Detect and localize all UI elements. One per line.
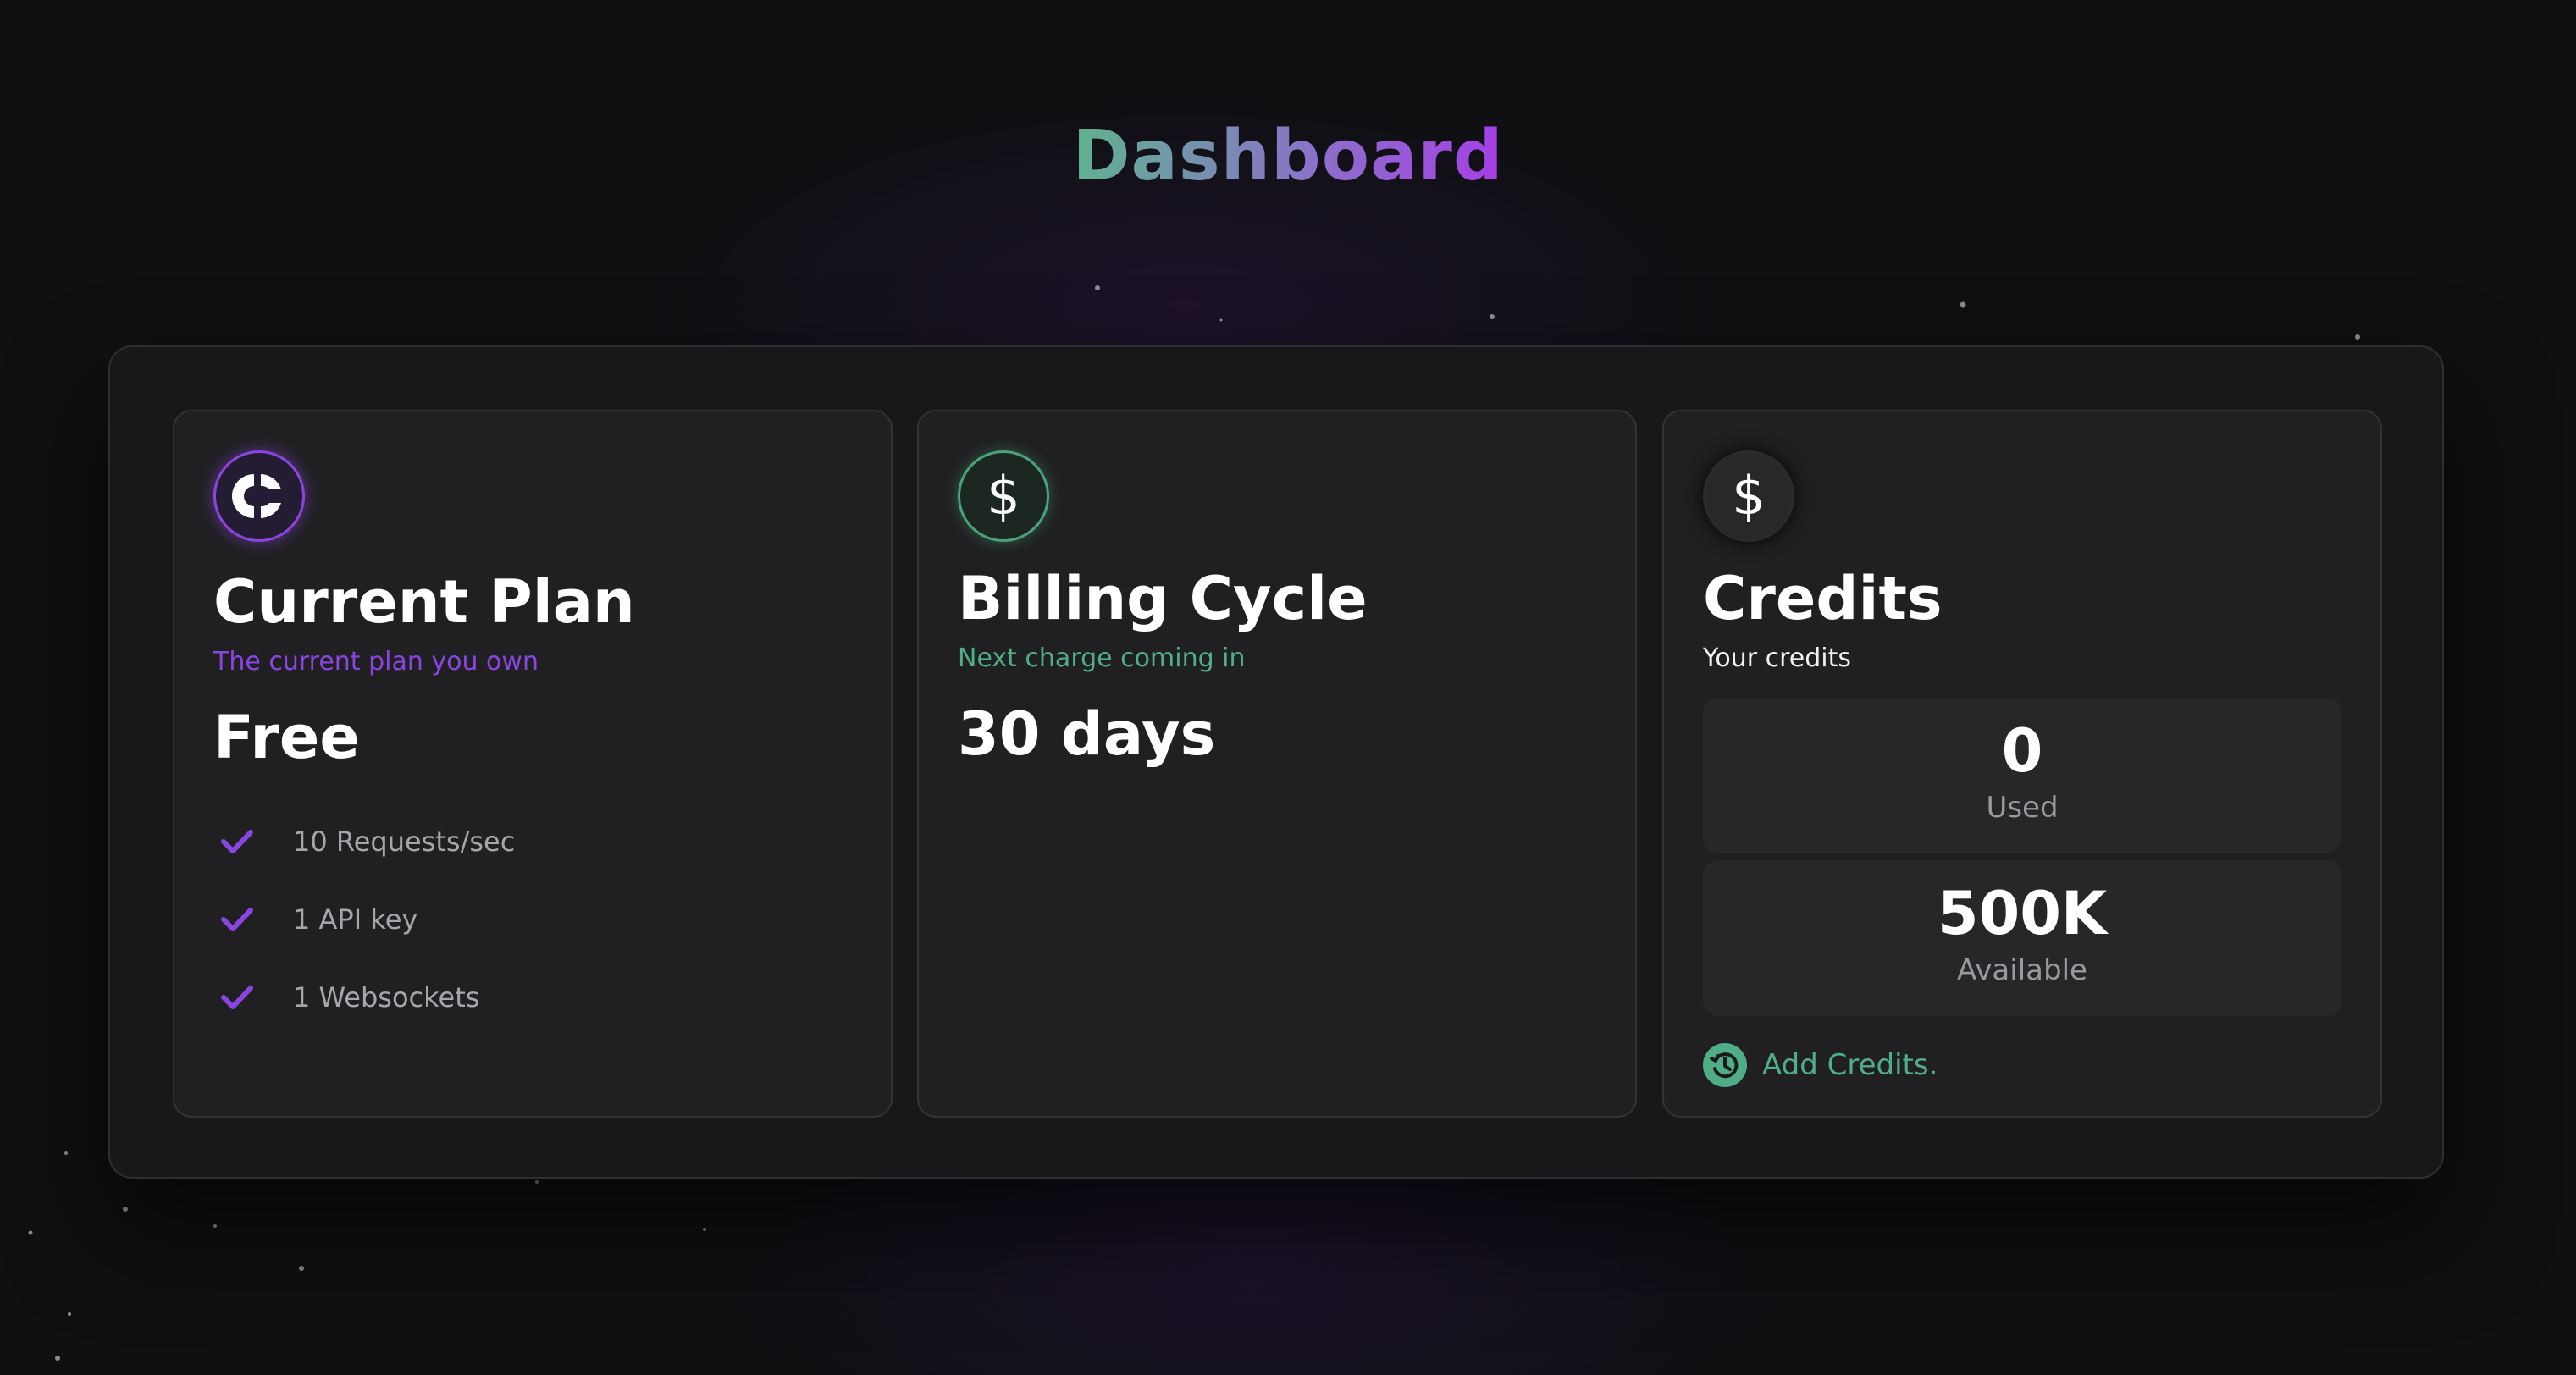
check-icon <box>217 899 257 940</box>
check-icon <box>217 821 257 862</box>
current-plan-subtitle: The current plan you own <box>213 647 539 676</box>
credits-card: $ Credits Your credits 0 Used 500K Avail… <box>1662 410 2382 1118</box>
plan-features-list: 10 Requests/sec 1 API key 1 Websockets <box>213 803 515 1036</box>
plan-feature-item: 1 Websockets <box>213 958 515 1036</box>
add-credits-label[interactable]: Add Credits. <box>1762 1048 1938 1082</box>
plan-name: Free <box>213 703 360 772</box>
credits-available-value: 500K <box>1937 879 2108 948</box>
dollar-icon: $ <box>958 450 1049 542</box>
credits-used-label: Used <box>1986 791 2059 825</box>
credits-title: Credits <box>1703 564 1943 633</box>
credits-subtitle: Your credits <box>1703 643 1851 673</box>
page-title: Dashboard <box>1072 116 1504 196</box>
plan-feature-label: 1 Websockets <box>293 981 480 1013</box>
credits-used-value: 0 <box>2001 716 2043 786</box>
plan-feature-item: 10 Requests/sec <box>213 803 515 881</box>
credits-available-label: Available <box>1957 953 2087 987</box>
current-plan-card: Current Plan The current plan you own Fr… <box>173 410 893 1118</box>
check-icon <box>217 977 257 1018</box>
credits-used-stat: 0 Used <box>1703 698 2341 853</box>
add-credits-link[interactable]: Add Credits. <box>1703 1041 1938 1089</box>
credits-available-stat: 500K Available <box>1703 860 2341 1016</box>
billing-cycle-card: $ Billing Cycle Next charge coming in 30… <box>917 410 1637 1118</box>
billing-cycle-subtitle: Next charge coming in <box>958 643 1246 673</box>
plan-feature-label: 1 API key <box>293 903 418 936</box>
plan-feature-item: 1 API key <box>213 881 515 958</box>
current-plan-title: Current Plan <box>213 567 635 637</box>
plan-logo-icon <box>213 450 305 542</box>
dollar-icon: $ <box>1703 450 1794 542</box>
billing-cycle-title: Billing Cycle <box>958 564 1368 633</box>
plan-feature-label: 10 Requests/sec <box>293 826 516 858</box>
dashboard-panel: Current Plan The current plan you own Fr… <box>108 345 2444 1179</box>
history-clock-icon <box>1703 1043 1747 1087</box>
billing-cycle-value: 30 days <box>958 699 1216 769</box>
